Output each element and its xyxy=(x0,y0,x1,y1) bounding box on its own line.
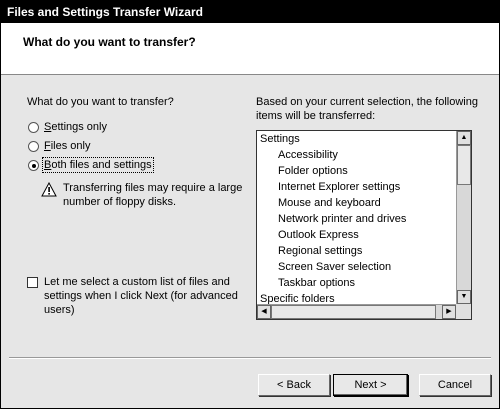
back-button[interactable]: < Back xyxy=(258,374,330,396)
list-item: Taskbar options xyxy=(278,277,356,289)
settings-only-label[interactable]: Settings only xyxy=(44,121,107,133)
scroll-down-arrow-icon[interactable]: ▼ xyxy=(457,290,471,304)
scroll-right-arrow-icon[interactable]: ▶ xyxy=(442,305,456,319)
custom-list-checkbox[interactable] xyxy=(27,277,38,288)
list-item: Regional settings xyxy=(278,245,363,257)
list-item: Accessibility xyxy=(278,149,338,161)
vertical-scrollbar[interactable]: ▲ ▼ xyxy=(456,131,471,304)
page-heading: What do you want to transfer? xyxy=(23,35,196,49)
warning-text-line1: Transferring files may require a large xyxy=(63,182,243,194)
next-button-label: Next > xyxy=(354,379,387,391)
list-item: Network printer and drives xyxy=(278,213,407,225)
files-only-label[interactable]: Files only xyxy=(44,140,90,152)
list-item: Mouse and keyboard xyxy=(278,197,381,209)
scroll-left-arrow-icon[interactable]: ◀ xyxy=(257,305,271,319)
footer-divider xyxy=(9,357,491,359)
back-button-label: < Back xyxy=(277,379,311,391)
both-files-and-settings-radio[interactable] xyxy=(28,160,39,171)
custom-list-label-line2[interactable]: settings when I click Next (for advanced xyxy=(44,290,238,302)
title-bar[interactable]: Files and Settings Transfer Wizard xyxy=(1,1,499,23)
custom-list-label-line1[interactable]: Let me select a custom list of files and xyxy=(44,276,230,288)
list-group-header: Settings xyxy=(260,133,300,145)
scrollbar-corner xyxy=(456,304,471,319)
horizontal-scrollbar[interactable]: ◀ ▶ xyxy=(257,304,456,319)
transfer-description-line1: Based on your current selection, the fol… xyxy=(256,96,478,108)
scroll-up-arrow-icon[interactable]: ▲ xyxy=(457,131,471,145)
transfer-description-line2: items will be transferred: xyxy=(256,110,376,122)
wizard-window: Files and Settings Transfer Wizard What … xyxy=(0,0,500,409)
warning-text-line2: number of floppy disks. xyxy=(63,196,177,208)
cancel-button[interactable]: Cancel xyxy=(419,374,491,396)
vertical-scroll-thumb[interactable] xyxy=(457,145,471,185)
list-item: Screen Saver selection xyxy=(278,261,392,273)
question-label: What do you want to transfer? xyxy=(27,96,174,108)
horizontal-scroll-thumb[interactable] xyxy=(271,305,436,319)
wizard-header: What do you want to transfer? xyxy=(1,23,499,73)
custom-list-label-line3[interactable]: users) xyxy=(44,304,75,316)
list-item: Outlook Express xyxy=(278,229,359,241)
list-item: Folder options xyxy=(278,165,348,177)
wizard-body: What do you want to transfer? Settings o… xyxy=(1,75,499,408)
files-only-radio[interactable] xyxy=(28,141,39,152)
next-button[interactable]: Next > xyxy=(333,374,408,396)
window-title: Files and Settings Transfer Wizard xyxy=(7,5,203,19)
settings-only-radio[interactable] xyxy=(28,122,39,133)
list-item: Internet Explorer settings xyxy=(278,181,401,193)
cancel-button-label: Cancel xyxy=(437,379,473,391)
transfer-items-list[interactable]: Settings Accessibility Folder options In… xyxy=(256,130,472,320)
warning-icon xyxy=(41,182,57,197)
both-files-and-settings-label[interactable]: Both files and settings xyxy=(42,157,154,173)
